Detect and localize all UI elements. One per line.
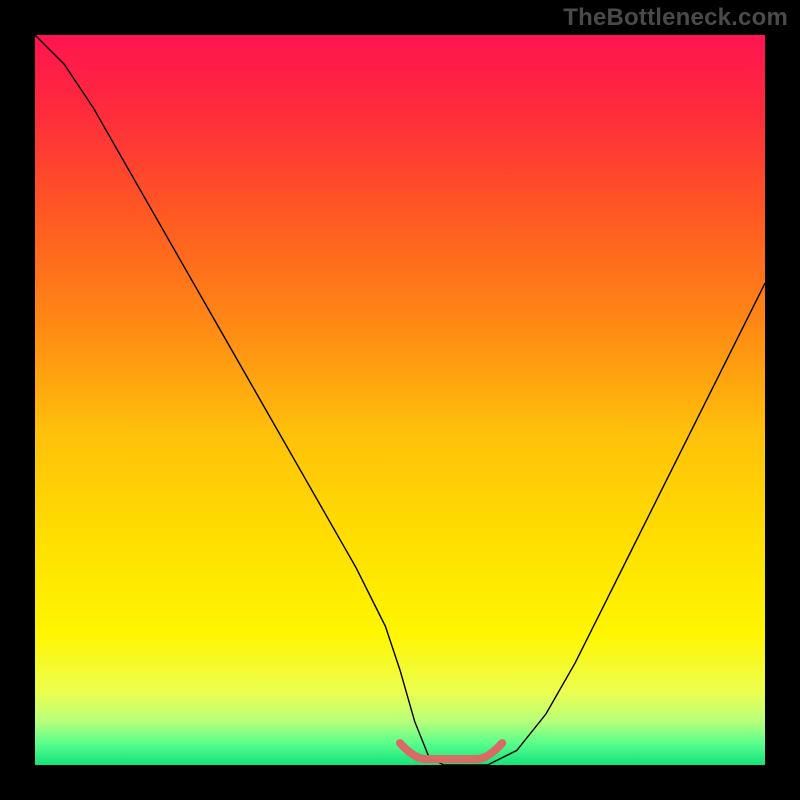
plot-area [35,35,765,765]
optimal-band-marker [400,743,502,759]
chart-frame: TheBottleneck.com [0,0,800,800]
bottleneck-curve [35,35,765,765]
curve-layer [35,35,765,765]
watermark-text: TheBottleneck.com [563,4,788,32]
